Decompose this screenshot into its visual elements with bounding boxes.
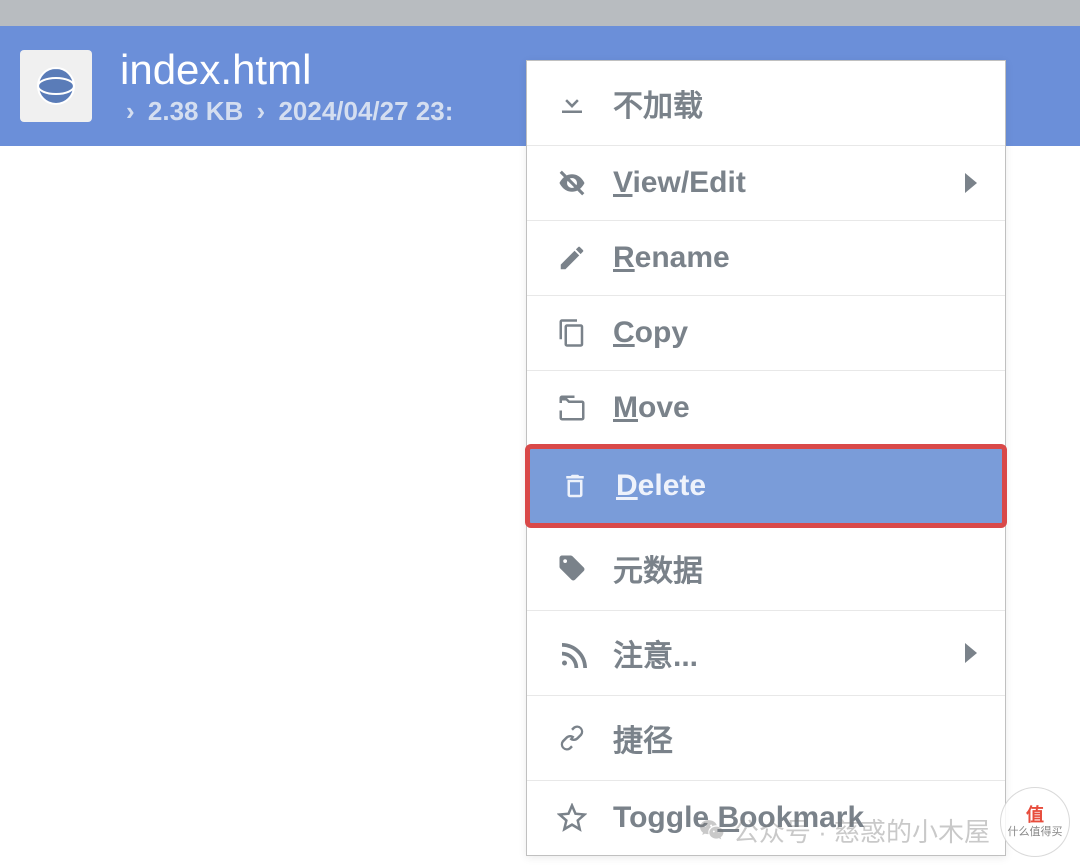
menu-item-copy[interactable]: Copy xyxy=(527,296,1005,371)
rss-icon xyxy=(555,638,589,668)
trash-icon xyxy=(558,471,592,501)
menu-item-label: View/Edit xyxy=(613,166,965,200)
menu-item-label: 不加载 xyxy=(613,81,977,125)
menu-item--[interactable]: 元数据 xyxy=(527,526,1005,611)
menu-item-label: Move xyxy=(613,391,977,425)
submenu-arrow-icon xyxy=(965,173,977,193)
menu-item--[interactable]: 不加载 xyxy=(527,61,1005,146)
copy-icon xyxy=(555,318,589,348)
menu-item-move[interactable]: Move xyxy=(527,371,1005,446)
eye-off-icon xyxy=(555,168,589,198)
watermark-text: 公众号 · 慈惑的小木屋 xyxy=(699,812,990,849)
file-name: index.html xyxy=(120,46,453,94)
context-menu: 不加载 View/Edit Rename Copy Move Delete 元数据注意...… xyxy=(526,60,1006,856)
move-icon xyxy=(555,393,589,423)
menu-item-label: 捷径 xyxy=(613,716,977,760)
menu-item-delete[interactable]: Delete xyxy=(525,444,1007,528)
wechat-icon xyxy=(699,818,725,844)
file-info: index.html › 2.38 KB › 2024/04/27 23: xyxy=(120,46,453,127)
pencil-icon xyxy=(555,243,589,273)
file-size: 2.38 KB xyxy=(148,96,243,126)
submenu-arrow-icon xyxy=(965,643,977,663)
link-icon xyxy=(555,723,589,753)
file-meta: › 2.38 KB › 2024/04/27 23: xyxy=(120,96,453,127)
file-date: 2024/04/27 23: xyxy=(278,96,453,126)
menu-item-label: Rename xyxy=(613,241,977,275)
menu-item-view-edit[interactable]: View/Edit xyxy=(527,146,1005,221)
menu-item-rename[interactable]: Rename xyxy=(527,221,1005,296)
menu-item-label: 元数据 xyxy=(613,546,977,590)
download-icon xyxy=(555,88,589,118)
menu-item-label: 注意... xyxy=(613,631,965,675)
watermark-badge: 值 什么值得买 xyxy=(1000,787,1070,857)
tags-icon xyxy=(555,553,589,583)
menu-item--[interactable]: 捷径 xyxy=(527,696,1005,781)
menu-item-label: Delete xyxy=(616,469,974,503)
file-icon xyxy=(20,50,92,122)
star-icon xyxy=(555,803,589,833)
window-border-top xyxy=(0,0,1080,26)
menu-item--[interactable]: 注意... xyxy=(527,611,1005,696)
menu-item-label: Copy xyxy=(613,316,977,350)
globe-file-icon xyxy=(32,62,80,110)
